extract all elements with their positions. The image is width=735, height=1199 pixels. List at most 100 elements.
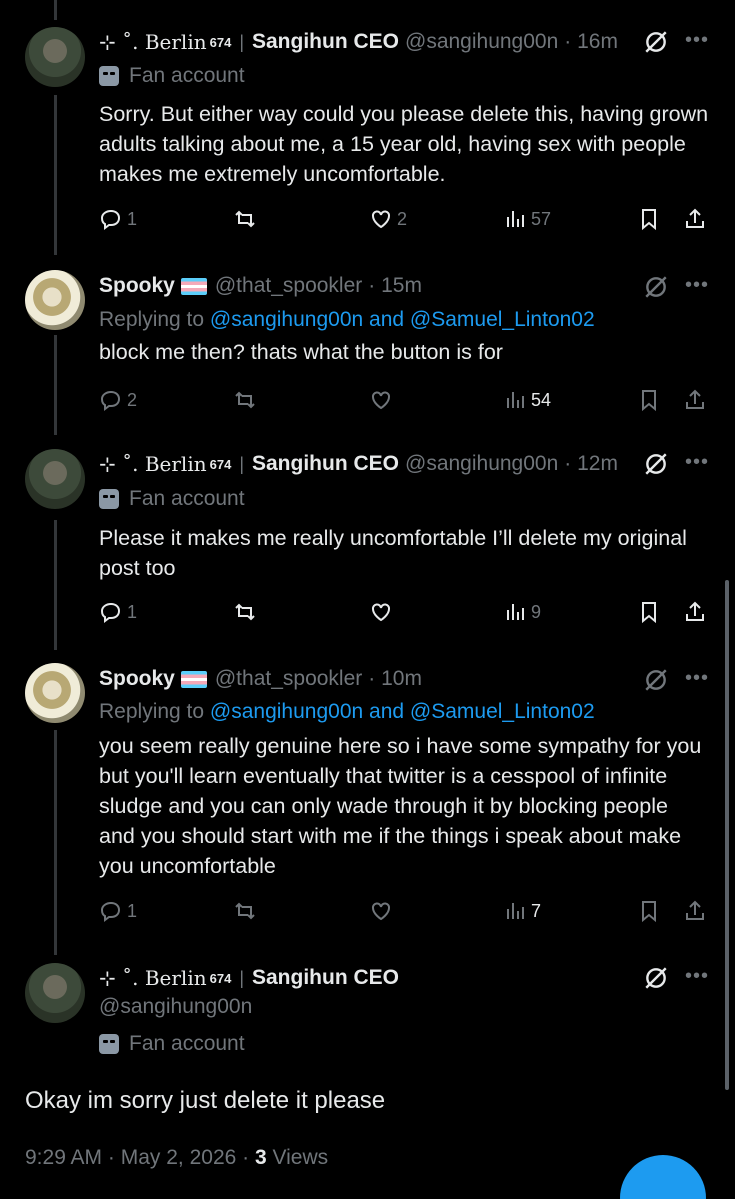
timestamp[interactable]: · 15m (368, 274, 422, 298)
retweet-icon (235, 210, 255, 228)
thread-line (54, 0, 57, 20)
heart-icon (372, 603, 390, 622)
like-button[interactable] (369, 899, 397, 923)
reply-count: 1 (127, 900, 138, 921)
timestamp[interactable]: · 16m (564, 30, 618, 54)
bookmark-button[interactable] (637, 600, 661, 624)
views-label: Views (272, 1146, 329, 1169)
grok-icon[interactable] (643, 667, 669, 693)
action-bar: 1 7 (0, 899, 735, 929)
like-button[interactable]: 2 (369, 207, 407, 231)
grok-icon[interactable] (643, 451, 669, 477)
views-button[interactable]: 57 (503, 207, 551, 231)
compose-button[interactable] (620, 1155, 706, 1199)
retweet-button[interactable] (233, 207, 261, 231)
share-icon (686, 208, 704, 228)
views-icon (507, 903, 524, 919)
view-count: 9 (531, 601, 542, 622)
reply-icon (100, 602, 121, 623)
share-button[interactable] (683, 899, 707, 923)
grok-icon[interactable] (643, 29, 669, 55)
views-button[interactable]: 7 (503, 899, 541, 923)
more-icon[interactable]: ••• (685, 451, 709, 474)
bookmark-icon (642, 209, 656, 231)
view-count: 57 (531, 208, 552, 229)
replying-to: Replying to @sangihung00n and @Samuel_Li… (99, 700, 595, 724)
display-name[interactable]: Spooky (99, 274, 175, 298)
retweet-button[interactable] (233, 388, 261, 412)
trans-flag-icon (180, 670, 207, 688)
display-name[interactable]: Sangihun CEO (252, 30, 399, 54)
more-icon[interactable]: ••• (685, 29, 709, 52)
views-button[interactable]: 54 (503, 388, 551, 412)
grok-icon[interactable] (643, 274, 669, 300)
post-time[interactable]: 9:29 AM (25, 1146, 102, 1169)
share-icon (686, 601, 704, 621)
reply-button[interactable]: 1 (99, 899, 137, 923)
display-name-decor[interactable]: ⊹ ˚. Berlin (99, 966, 207, 990)
reply-button[interactable]: 1 (99, 207, 137, 231)
post-meta: 9:29 AM · May 2, 2026 · 3 Views (25, 1146, 329, 1169)
retweet-button[interactable] (233, 899, 261, 923)
view-count: 7 (531, 900, 542, 921)
badge-label: Fan account (129, 487, 245, 510)
views-icon (507, 211, 524, 227)
heart-icon (372, 391, 390, 410)
display-name[interactable]: Spooky (99, 667, 175, 691)
display-name-decor[interactable]: ⊹ ˚. Berlin (99, 30, 207, 54)
avatar[interactable] (25, 663, 85, 723)
views-button[interactable]: 9 (503, 600, 541, 624)
display-name-decor[interactable]: ⊹ ˚. Berlin (99, 452, 207, 476)
scrollbar[interactable] (725, 580, 729, 1090)
share-button[interactable] (683, 207, 707, 231)
bookmark-button[interactable] (637, 388, 661, 412)
reply-button[interactable]: 1 (99, 600, 137, 624)
handle[interactable]: @sangihung00n (405, 452, 558, 476)
heart-icon (372, 902, 390, 921)
avatar[interactable] (25, 449, 85, 509)
avatar[interactable] (25, 27, 85, 87)
more-icon[interactable]: ••• (685, 667, 709, 690)
handle[interactable]: @that_spookler (215, 667, 362, 691)
more-icon[interactable]: ••• (685, 965, 709, 988)
display-name[interactable]: Sangihun CEO (252, 452, 399, 476)
reply-count: 2 (127, 389, 138, 410)
bookmark-icon (642, 602, 656, 624)
retweet-button[interactable] (233, 600, 261, 624)
action-bar: 1 9 (0, 600, 735, 630)
name-separator: | (239, 31, 244, 52)
view-count: 54 (531, 389, 552, 410)
thread-line (54, 335, 57, 435)
views-count: 3 (254, 1146, 267, 1169)
timestamp[interactable]: · 12m (564, 452, 618, 476)
grok-icon[interactable] (643, 965, 669, 991)
share-icon (686, 389, 704, 409)
views-icon (507, 392, 524, 408)
avatar[interactable] (25, 270, 85, 330)
bookmark-button[interactable] (637, 899, 661, 923)
display-name[interactable]: Sangihun CEO (252, 966, 399, 990)
bookmark-button[interactable] (637, 207, 661, 231)
bookmark-icon (642, 901, 656, 923)
like-button[interactable] (369, 600, 397, 624)
reply-icon (100, 209, 121, 230)
post-date[interactable]: May 2, 2026 (121, 1146, 237, 1169)
more-icon[interactable]: ••• (685, 274, 709, 297)
mask-icon (99, 66, 119, 86)
reply-button[interactable]: 2 (99, 388, 137, 412)
share-button[interactable] (683, 388, 707, 412)
handle[interactable]: @that_spookler (215, 274, 362, 298)
avatar[interactable] (25, 963, 85, 1023)
handle[interactable]: @sangihung00n (99, 995, 252, 1019)
thread-line (54, 520, 57, 650)
replying-to-links[interactable]: @sangihung00n and @Samuel_Linton02 (210, 308, 595, 331)
like-button[interactable] (369, 388, 397, 412)
mask-icon (99, 1034, 119, 1054)
share-button[interactable] (683, 600, 707, 624)
post-text: Sorry. But either way could you please d… (99, 102, 709, 186)
handle[interactable]: @sangihung00n (405, 30, 558, 54)
replying-to-links[interactable]: @sangihung00n and @Samuel_Linton02 (210, 700, 595, 723)
timestamp[interactable]: · 10m (368, 667, 422, 691)
name-separator: | (239, 967, 244, 988)
retweet-icon (235, 391, 255, 409)
